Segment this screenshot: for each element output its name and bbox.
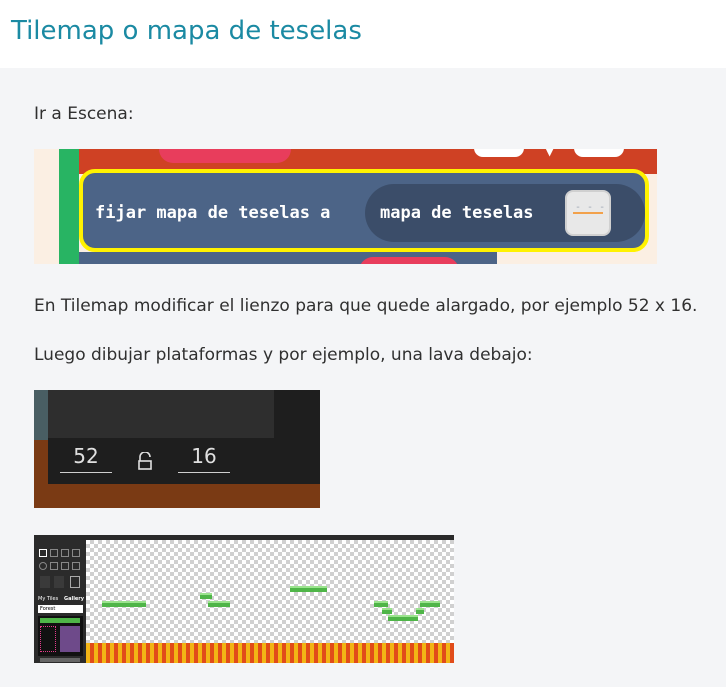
picker-icon[interactable]: [72, 562, 80, 570]
reporter-label: mapa de teselas: [380, 203, 534, 223]
height-underline: [178, 472, 230, 473]
lock-icon[interactable]: [136, 452, 154, 470]
width-input[interactable]: 52: [60, 444, 112, 468]
width-underline: [60, 472, 112, 473]
page-title: Tilemap o mapa de teselas: [11, 16, 362, 46]
red-pill-bottom: [359, 257, 459, 264]
set-tilemap-block[interactable]: fijar mapa de teselas a mapa de teselas …: [79, 169, 649, 252]
white-pill: [474, 149, 524, 157]
tile-gallery-grid[interactable]: [38, 616, 83, 656]
tilemap-size-image: 52 16: [34, 390, 320, 508]
grass-tiles[interactable]: [40, 618, 80, 623]
lava-tiles[interactable]: [40, 626, 56, 652]
rock-tiles[interactable]: [60, 626, 80, 652]
fill-icon[interactable]: [50, 549, 58, 557]
block-label: fijar mapa de teselas a: [95, 203, 331, 223]
swap-icon[interactable]: [70, 576, 80, 588]
platform: [420, 601, 440, 607]
lava-row: [86, 643, 454, 663]
platform: [416, 608, 424, 614]
step-1-text: Ir a Escena:: [34, 104, 134, 124]
wall-icon[interactable]: [72, 549, 80, 557]
line-icon[interactable]: [50, 562, 58, 570]
platform: [102, 601, 146, 607]
circle-icon[interactable]: [39, 562, 47, 570]
red-pill-top: [159, 149, 291, 163]
tileset-select[interactable]: Forest: [38, 605, 83, 613]
step-3-text: Luego dibujar plataformas y por ejemplo,…: [34, 345, 533, 365]
green-bar: [59, 149, 79, 264]
tilemap-reporter[interactable]: mapa de teselas - - -: [365, 184, 645, 242]
set-tilemap-block-image: ▼ fijar mapa de teselas a mapa de tesela…: [34, 149, 657, 264]
eraser-icon[interactable]: [61, 562, 69, 570]
background-swatch[interactable]: [54, 576, 64, 588]
platform: [388, 615, 418, 621]
tab-my-tiles[interactable]: My Tiles: [38, 596, 58, 602]
platform: [290, 586, 327, 592]
tab-gallery[interactable]: Gallery: [64, 596, 84, 602]
platform: [374, 601, 388, 607]
white-pill: [574, 149, 624, 157]
rectangle-icon[interactable]: [61, 549, 69, 557]
platform: [208, 601, 230, 607]
background-edge: [34, 390, 48, 440]
pencil-icon[interactable]: [39, 549, 47, 557]
tilemap-thumbnail[interactable]: - - -: [565, 190, 611, 236]
gallery-pager[interactable]: [40, 658, 80, 662]
step-2-text: En Tilemap modificar el lienzo para que …: [34, 296, 698, 316]
platform: [200, 593, 212, 599]
foreground-swatch[interactable]: [40, 576, 50, 588]
tile-palette-sidebar: My Tiles Gallery Forest: [34, 540, 86, 663]
height-input[interactable]: 16: [178, 444, 230, 468]
thumbnail-line: [573, 212, 603, 214]
editor-darker-area: [274, 390, 320, 438]
tilemap-editor-image: My Tiles Gallery Forest: [34, 535, 454, 663]
platform: [382, 608, 392, 614]
chevron-down-icon: ▼: [545, 149, 555, 158]
